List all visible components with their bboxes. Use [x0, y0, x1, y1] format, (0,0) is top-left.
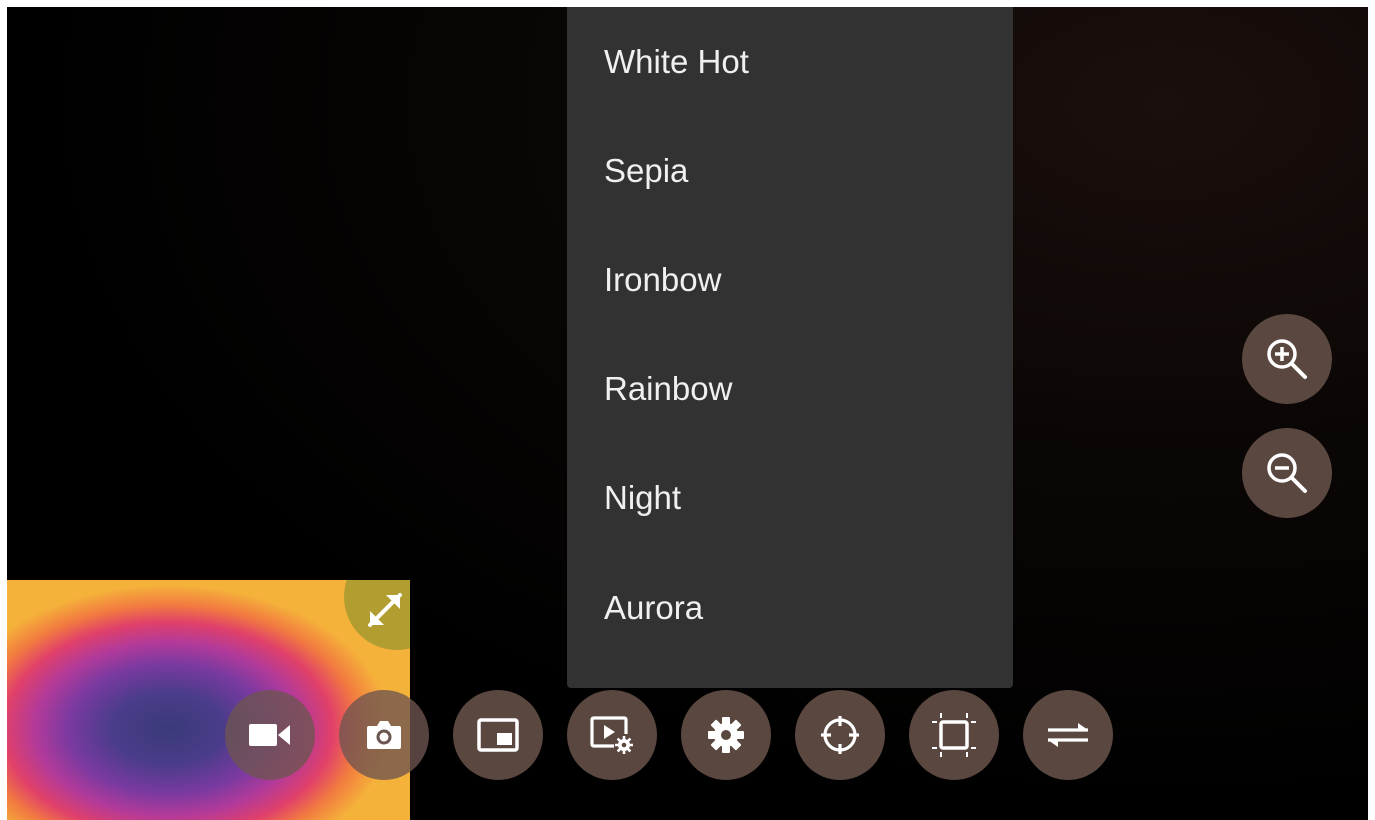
- record-video-button[interactable]: [225, 690, 315, 780]
- camera-icon: [367, 721, 401, 749]
- crop-frame-button[interactable]: [909, 690, 999, 780]
- zoom-out-icon: [1267, 453, 1307, 493]
- picture-in-picture-icon: [477, 718, 519, 752]
- menu-item-ironbow[interactable]: Ironbow: [604, 250, 984, 310]
- zoom-in-button[interactable]: [1242, 314, 1332, 404]
- video-camera-icon: [249, 724, 290, 746]
- playback-settings-button[interactable]: [567, 690, 657, 780]
- settings-button[interactable]: [681, 690, 771, 780]
- zoom-out-button[interactable]: [1242, 428, 1332, 518]
- palette-dropdown-menu: White Hot Sepia Ironbow Rainbow Night Au…: [567, 7, 1013, 688]
- gear-icon: [708, 717, 744, 753]
- crosshair-icon: [821, 716, 859, 754]
- spot-measure-button[interactable]: [795, 690, 885, 780]
- menu-item-aurora[interactable]: Aurora: [604, 578, 984, 638]
- menu-item-white-hot[interactable]: White Hot: [604, 32, 984, 92]
- expand-arrows-icon: [368, 593, 402, 627]
- take-photo-button[interactable]: [339, 690, 429, 780]
- playback-settings-icon: [590, 716, 633, 754]
- swap-arrows-icon: [1048, 723, 1088, 747]
- thermal-preview-thumbnail[interactable]: [7, 580, 410, 820]
- zoom-in-icon: [1267, 339, 1307, 379]
- menu-item-sepia[interactable]: Sepia: [604, 141, 984, 201]
- swap-button[interactable]: [1023, 690, 1113, 780]
- expand-preview-button[interactable]: [344, 580, 410, 650]
- picture-in-picture-button[interactable]: [453, 690, 543, 780]
- menu-item-rainbow[interactable]: Rainbow: [604, 359, 984, 419]
- thermal-viewport: White Hot Sepia Ironbow Rainbow Night Au…: [7, 7, 1368, 820]
- menu-item-night[interactable]: Night: [604, 468, 984, 528]
- crop-frame-icon: [932, 713, 976, 757]
